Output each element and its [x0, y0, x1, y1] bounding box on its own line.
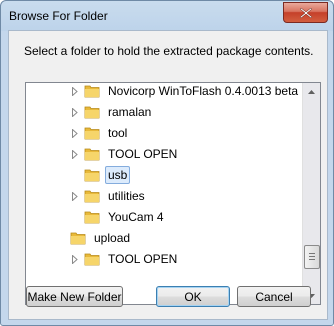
tree-item-label: utilities — [108, 189, 145, 203]
close-icon — [299, 7, 312, 18]
folder-icon — [84, 189, 100, 203]
title-bar[interactable]: Browse For Folder — [1, 1, 333, 30]
expand-arrow-icon[interactable] — [70, 123, 80, 143]
tree-item[interactable]: utilities — [70, 186, 148, 206]
folder-icon — [70, 231, 86, 245]
expand-arrow-icon[interactable] — [70, 102, 80, 122]
folder-icon — [84, 252, 100, 266]
tree-item-label: Novicorp WinToFlash 0.4.0013 beta — [108, 84, 299, 98]
tree-item-selected[interactable]: usb — [70, 165, 131, 185]
expand-arrow-icon[interactable] — [70, 83, 80, 101]
vertical-scrollbar[interactable] — [302, 83, 320, 304]
folder-icon — [84, 168, 100, 182]
expand-arrow-icon[interactable] — [70, 144, 80, 164]
tree-item-label: upload — [94, 231, 131, 245]
scroll-up-button[interactable] — [303, 83, 320, 100]
tree-item[interactable]: TOOL OPEN — [70, 144, 180, 164]
close-button[interactable] — [283, 2, 328, 23]
tree-item[interactable]: TOOL OPEN — [70, 249, 180, 269]
scroll-up-icon — [308, 89, 315, 94]
tree-item[interactable]: ramalan — [70, 102, 154, 122]
dialog-body: Select a folder to hold the extracted pa… — [8, 30, 328, 320]
tree-item[interactable]: YouCam 4 — [70, 207, 167, 227]
ok-button[interactable]: OK — [156, 286, 230, 307]
folder-icon — [84, 210, 100, 224]
browse-for-folder-dialog: Browse For Folder Select a folder to hol… — [0, 0, 334, 326]
instruction-text: Select a folder to hold the extracted pa… — [24, 44, 314, 58]
expand-arrow-icon[interactable] — [70, 249, 80, 269]
tree-item-label: usb — [105, 166, 131, 184]
tree-item[interactable]: Novicorp WinToFlash 0.4.0013 beta — [70, 83, 301, 101]
make-new-folder-button[interactable]: Make New Folder — [26, 286, 123, 307]
tree-item-label: TOOL OPEN — [108, 252, 178, 266]
folder-tree[interactable]: Novicorp WinToFlash 0.4.0013 beta ramala… — [25, 82, 321, 305]
tree-item-label: tool — [108, 126, 128, 140]
window-title: Browse For Folder — [9, 9, 108, 23]
tree-item[interactable]: upload — [56, 228, 133, 248]
tree-item-label: TOOL OPEN — [108, 147, 178, 161]
folder-icon — [84, 126, 100, 140]
scroll-thumb[interactable] — [304, 245, 320, 269]
cancel-button[interactable]: Cancel — [237, 286, 311, 307]
tree-item[interactable]: tool — [70, 123, 130, 143]
folder-icon — [84, 105, 100, 119]
tree-item-label: YouCam 4 — [108, 210, 164, 224]
folder-icon — [84, 84, 100, 98]
expand-arrow-icon[interactable] — [70, 186, 80, 206]
tree-item-label: ramalan — [108, 105, 152, 119]
folder-icon — [84, 147, 100, 161]
